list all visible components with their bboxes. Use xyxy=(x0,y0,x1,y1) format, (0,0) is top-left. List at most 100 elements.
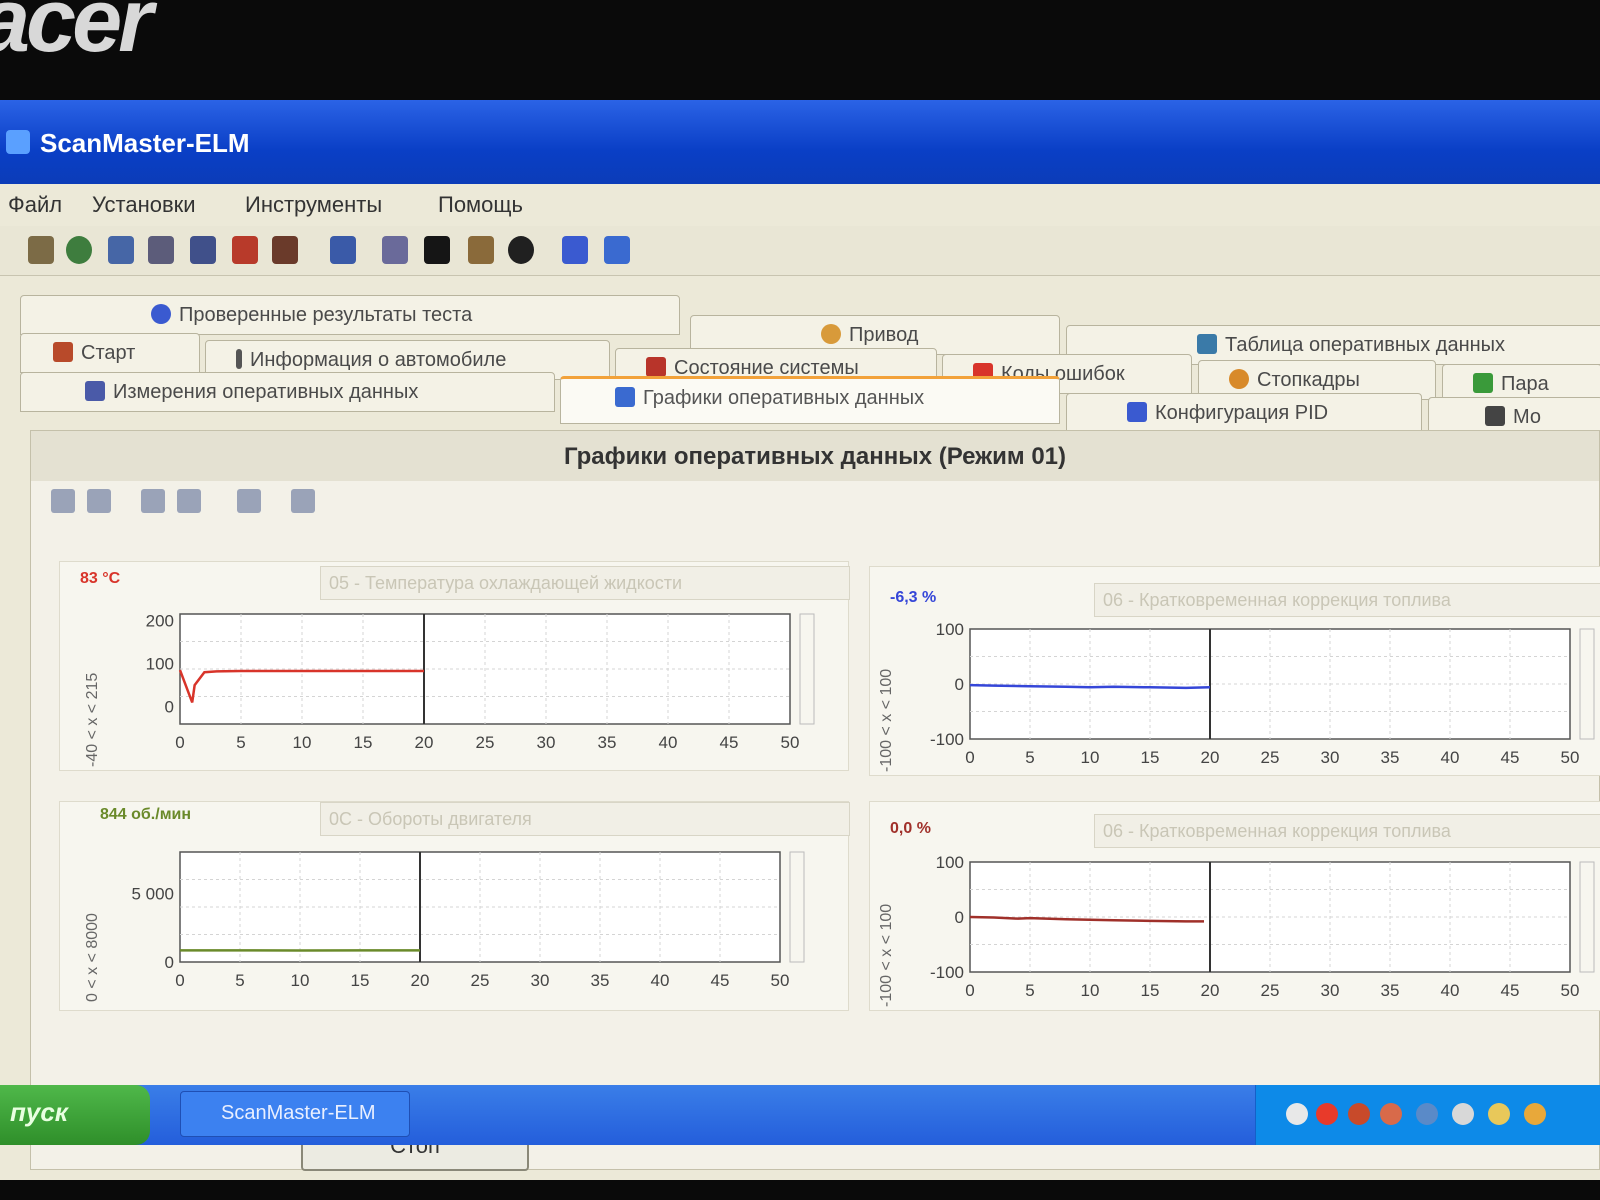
test-results-icon xyxy=(151,304,171,324)
x-tick-label: 35 xyxy=(591,971,610,990)
graphs-panel: Графики оперативных данных (Режим 01) 83… xyxy=(30,430,1600,1171)
network-icon[interactable] xyxy=(1286,1103,1308,1125)
volume-icon[interactable] xyxy=(1488,1103,1510,1125)
x-tick-label: 30 xyxy=(1321,981,1340,1000)
screen: ScanMaster-ELM Файл Установки Инструмент… xyxy=(0,100,1600,1180)
print-preview-icon[interactable] xyxy=(291,489,315,513)
save-icon[interactable] xyxy=(177,489,201,513)
toolbar xyxy=(0,226,1600,276)
battery-icon[interactable] xyxy=(1452,1103,1474,1125)
info-icon[interactable] xyxy=(562,236,588,264)
y-tick-label: 0 xyxy=(165,953,174,972)
x-tick-label: 0 xyxy=(175,733,184,752)
start-icon xyxy=(53,342,73,362)
report-icon[interactable] xyxy=(330,236,356,264)
tab-label: Мо xyxy=(1513,406,1542,428)
tab-label: Старт xyxy=(81,342,136,364)
trouble-codes-icon[interactable] xyxy=(232,236,258,264)
scroll-handle[interactable] xyxy=(1579,861,1595,973)
tab-live-data-graphs[interactable]: Графики оперативных данных xyxy=(560,376,1060,424)
antivirus-icon[interactable] xyxy=(1316,1103,1338,1125)
chart-plot: 0 5 10 15 20 25 30 35 40 45 501000-100 xyxy=(930,853,1595,1000)
panel-title: Графики оперативных данных (Режим 01) xyxy=(31,431,1599,481)
x-tick-label: 15 xyxy=(354,733,373,752)
bluetooth-icon[interactable] xyxy=(1416,1103,1438,1125)
scroll-handle[interactable] xyxy=(789,851,805,963)
taskbar-item-scanmaster[interactable]: ScanMaster-ELM xyxy=(180,1091,410,1137)
x-tick-label: 20 xyxy=(1201,748,1220,767)
x-tick-label: 50 xyxy=(781,733,800,752)
actuator-icon xyxy=(821,324,841,344)
tab-start[interactable]: Старт xyxy=(20,333,200,373)
update-icon[interactable] xyxy=(1380,1103,1402,1125)
chart-fuel-trim-1: -6,3 % 06 - Кратковременная коррекция то… xyxy=(869,566,1600,776)
x-tick-label: 50 xyxy=(1561,748,1580,767)
tab-pid-config[interactable]: Конфигурация PID xyxy=(1066,393,1422,433)
x-tick-label: 20 xyxy=(411,971,430,990)
terminal-icon[interactable] xyxy=(424,236,450,264)
start-button[interactable]: пуск xyxy=(0,1085,150,1145)
taskbar: пуск ScanMaster-ELM xyxy=(0,1085,1600,1145)
x-tick-label: 40 xyxy=(1441,981,1460,1000)
connect-icon[interactable] xyxy=(28,236,54,264)
panel-toolbar xyxy=(41,483,401,517)
x-tick-label: 45 xyxy=(1501,748,1520,767)
y-tick-label: 100 xyxy=(146,655,174,674)
tab-test-results[interactable]: Проверенные результаты теста xyxy=(20,295,680,335)
x-tick-label: 30 xyxy=(1321,748,1340,767)
tab-strip: Проверенные результаты теста Привод Табл… xyxy=(0,290,1600,440)
table-icon[interactable] xyxy=(382,236,408,264)
battery-icon[interactable] xyxy=(468,236,494,264)
x-tick-label: 20 xyxy=(415,733,434,752)
x-tick-label: 10 xyxy=(291,971,310,990)
x-tick-label: 45 xyxy=(1501,981,1520,1000)
help-icon[interactable] xyxy=(604,236,630,264)
x-tick-label: 10 xyxy=(1081,748,1100,767)
media-icon[interactable] xyxy=(1348,1103,1370,1125)
x-tick-label: 15 xyxy=(1141,748,1160,767)
chart-fuel-trim-2: 0,0 % 06 - Кратковременная коррекция топ… xyxy=(869,801,1600,1011)
x-tick-label: 30 xyxy=(537,733,556,752)
tab-label: Пара xyxy=(1501,373,1549,395)
x-tick-label: 40 xyxy=(659,733,678,752)
menu-tools[interactable]: Инструменты xyxy=(245,192,382,218)
menu-file[interactable]: Файл xyxy=(8,192,62,218)
x-tick-label: 45 xyxy=(720,733,739,752)
print-icon[interactable] xyxy=(237,489,261,513)
window-titlebar[interactable]: ScanMaster-ELM xyxy=(0,100,1600,184)
menu-settings[interactable]: Установки xyxy=(92,192,196,218)
tab-label: Проверенные результаты теста xyxy=(179,304,473,326)
x-tick-label: 25 xyxy=(471,971,490,990)
x-tick-label: 35 xyxy=(1381,981,1400,1000)
x-tick-label: 10 xyxy=(293,733,312,752)
scroll-handle[interactable] xyxy=(799,613,815,725)
tab-label: Графики оперативных данных xyxy=(643,387,925,409)
x-tick-label: 50 xyxy=(771,971,790,990)
scroll-handle[interactable] xyxy=(1579,628,1595,740)
tab-live-data-measurement[interactable]: Измерения оперативных данных xyxy=(20,372,555,412)
open-icon[interactable] xyxy=(141,489,165,513)
monitor-icon[interactable] xyxy=(190,236,216,264)
x-tick-label: 35 xyxy=(1381,748,1400,767)
x-tick-label: 10 xyxy=(1081,981,1100,1000)
tab-label: Привод xyxy=(849,324,919,346)
vehicle-info-icon[interactable] xyxy=(108,236,134,264)
globe-icon[interactable] xyxy=(66,236,92,264)
filter-icon[interactable] xyxy=(51,489,75,513)
x-tick-label: 5 xyxy=(236,733,245,752)
system-status-icon xyxy=(646,357,666,377)
freeze-frame-icon[interactable] xyxy=(272,236,298,264)
x-tick-label: 25 xyxy=(1261,981,1280,1000)
y-tick-label: -100 xyxy=(930,963,964,982)
x-tick-label: 15 xyxy=(1141,981,1160,1000)
system-status-icon[interactable] xyxy=(148,236,174,264)
tab-label: Стопкадры xyxy=(1257,369,1360,391)
gauge-icon[interactable] xyxy=(508,236,534,264)
window-title: ScanMaster-ELM xyxy=(40,128,250,158)
y-tick-label: 100 xyxy=(936,853,964,872)
filter-clear-icon[interactable] xyxy=(87,489,111,513)
security-icon[interactable] xyxy=(1524,1103,1546,1125)
y-tick-label: 5 000 xyxy=(131,884,174,903)
x-tick-label: 40 xyxy=(1441,748,1460,767)
menu-help[interactable]: Помощь xyxy=(438,192,523,218)
